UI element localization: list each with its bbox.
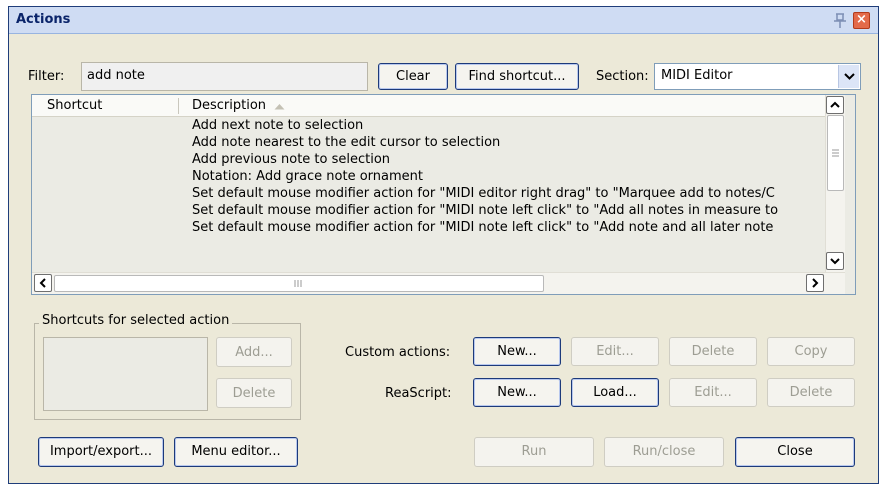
sort-ascending-icon: [274, 104, 285, 110]
list-item[interactable]: Set default mouse modifier action for "M…: [32, 203, 825, 220]
scroll-up-icon[interactable]: [826, 96, 844, 114]
scroll-left-icon[interactable]: [34, 274, 52, 292]
horizontal-scrollbar[interactable]: [32, 272, 845, 294]
shortcut-list[interactable]: [43, 337, 208, 411]
title-bar[interactable]: Actions ×: [9, 7, 878, 34]
close-button[interactable]: Close: [735, 437, 855, 467]
reascript-label: ReaScript:: [385, 386, 452, 401]
vertical-scroll-thumb[interactable]: [827, 115, 844, 191]
section-select-value: MIDI Editor: [661, 68, 733, 83]
actions-list[interactable]: Shortcut Description Add next note to se…: [31, 94, 856, 295]
reascript-edit-button[interactable]: Edit...: [669, 378, 757, 407]
import-export-button[interactable]: Import/export...: [38, 437, 164, 467]
close-icon[interactable]: ×: [853, 12, 870, 29]
filter-label: Filter:: [28, 69, 65, 84]
delete-shortcut-button[interactable]: Delete: [216, 378, 292, 408]
row-description: Set default mouse modifier action for "M…: [192, 186, 775, 201]
filter-input[interactable]: add note: [81, 62, 368, 91]
list-item[interactable]: Notation: Add grace note ornament: [32, 169, 825, 186]
run-button[interactable]: Run: [474, 437, 594, 467]
list-item[interactable]: Set default mouse modifier action for "M…: [32, 186, 825, 203]
scroll-right-icon[interactable]: [806, 274, 824, 292]
row-description: Notation: Add grace note ornament: [192, 169, 423, 184]
list-item[interactable]: Add previous note to selection: [32, 152, 825, 169]
list-item[interactable]: Add next note to selection: [32, 118, 825, 135]
column-header-description[interactable]: Description: [192, 98, 266, 113]
vertical-scrollbar[interactable]: [825, 95, 845, 272]
section-label: Section:: [596, 69, 649, 84]
column-header-shortcut[interactable]: Shortcut: [47, 98, 102, 113]
row-description: Set default mouse modifier action for "M…: [192, 203, 779, 218]
clear-button[interactable]: Clear: [378, 63, 448, 90]
scroll-down-icon[interactable]: [826, 252, 844, 270]
custom-action-new-button[interactable]: New...: [473, 337, 561, 366]
row-description: Add next note to selection: [192, 118, 364, 133]
list-item[interactable]: Add note nearest to the edit cursor to s…: [32, 135, 825, 152]
horizontal-scroll-thumb[interactable]: [54, 275, 544, 292]
add-shortcut-button[interactable]: Add...: [216, 337, 292, 367]
row-description: Add previous note to selection: [192, 152, 391, 167]
list-item[interactable]: Set default mouse modifier action for "M…: [32, 220, 825, 237]
run-close-button[interactable]: Run/close: [604, 437, 724, 467]
custom-action-copy-button[interactable]: Copy: [767, 337, 855, 366]
section-select[interactable]: MIDI Editor: [654, 63, 861, 90]
reascript-load-button[interactable]: Load...: [571, 378, 659, 407]
custom-action-delete-button[interactable]: Delete: [669, 337, 757, 366]
row-description: Add note nearest to the edit cursor to s…: [192, 135, 501, 150]
row-description: Set default mouse modifier action for "M…: [192, 220, 774, 235]
column-divider[interactable]: [178, 98, 179, 114]
list-rows: Add next note to selection Add note near…: [32, 118, 825, 271]
window-title: Actions: [16, 12, 71, 27]
shortcuts-group-title: Shortcuts for selected action: [39, 313, 233, 328]
find-shortcut-button[interactable]: Find shortcut...: [455, 63, 579, 90]
chevron-down-icon[interactable]: [838, 65, 859, 88]
reascript-new-button[interactable]: New...: [473, 378, 561, 407]
reascript-delete-button[interactable]: Delete: [767, 378, 855, 407]
custom-action-edit-button[interactable]: Edit...: [571, 337, 659, 366]
pin-icon[interactable]: [832, 12, 848, 29]
custom-actions-label: Custom actions:: [345, 345, 451, 360]
menu-editor-button[interactable]: Menu editor...: [174, 437, 298, 467]
list-header: Shortcut Description: [32, 95, 825, 117]
